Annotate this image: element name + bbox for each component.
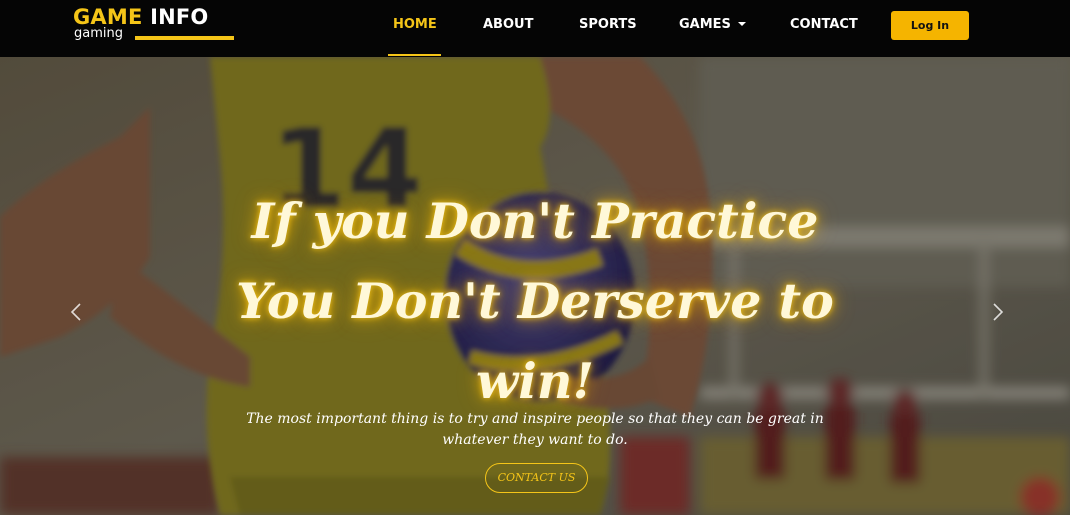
hero-carousel: 14 If you Don't Practice You Don't Derse… <box>0 57 1070 515</box>
logo-accent-bar <box>135 36 234 40</box>
hero-headline: If you Don't Practice You Don't Derserve… <box>200 181 870 421</box>
nav-games[interactable]: GAMES <box>679 17 746 35</box>
chevron-left-icon[interactable] <box>62 297 92 327</box>
nav-contact[interactable]: CONTACT <box>790 17 858 35</box>
nav-home[interactable]: HOME <box>393 17 437 35</box>
logo-tagline: gaming <box>74 26 123 41</box>
chevron-right-icon[interactable] <box>982 297 1012 327</box>
headline-line-2: You Don't Derserve to <box>236 272 834 330</box>
nav-sports[interactable]: SPORTS <box>579 17 637 35</box>
navbar: GAME INFO gaming HOME ABOUT SPORTS GAMES… <box>0 0 1070 57</box>
hero-subtext: The most important thing is to try and i… <box>246 411 824 448</box>
login-button[interactable]: Log In <box>891 11 969 40</box>
nav-about[interactable]: ABOUT <box>483 17 533 35</box>
contact-us-button[interactable]: CONTACT US <box>485 463 588 493</box>
caret-down-icon <box>737 21 746 26</box>
headline-line-1: If you Don't Practice <box>251 192 819 250</box>
site-logo[interactable]: GAME INFO gaming <box>73 5 238 45</box>
nav-games-label: GAMES <box>679 17 731 32</box>
logo-word-info: INFO <box>150 5 209 29</box>
nav-active-indicator <box>388 54 441 56</box>
